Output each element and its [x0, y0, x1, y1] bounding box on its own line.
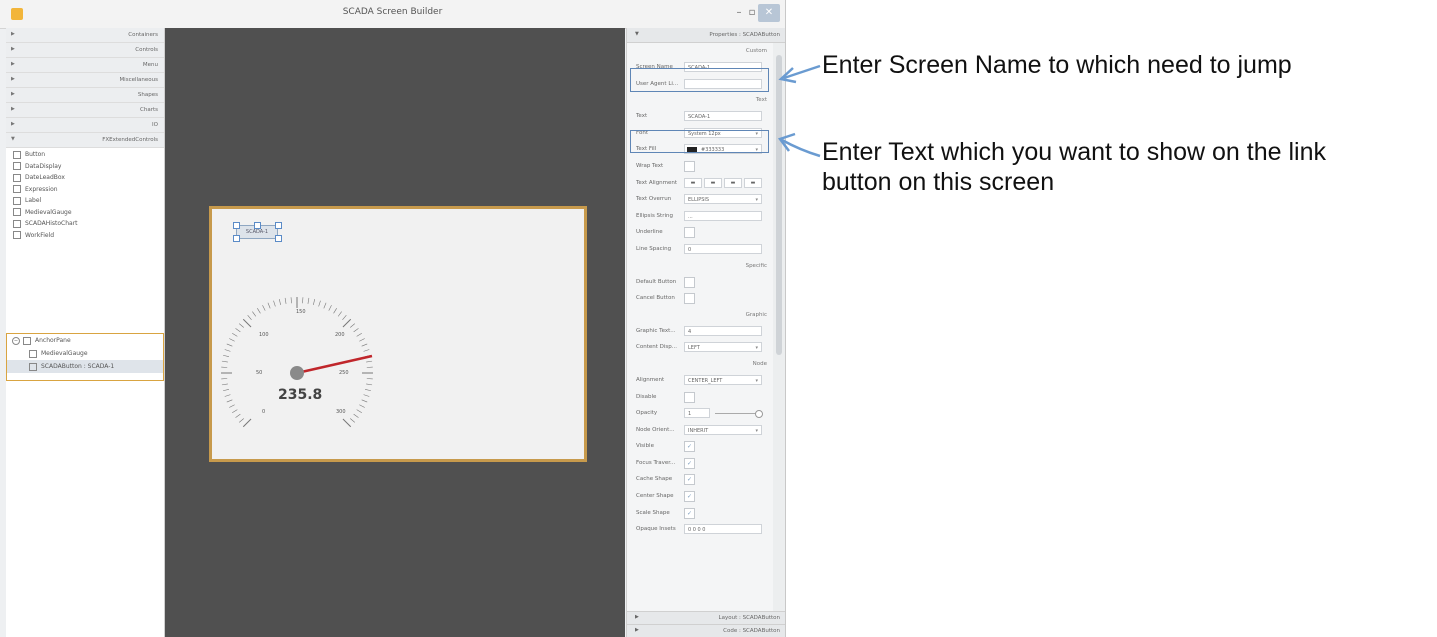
annotation-arrows [777, 64, 821, 158]
annotation-screen-name: Enter Screen Name to which need to jump [822, 51, 1292, 79]
annotation-text: Enter Text which you want to show on the… [822, 138, 1326, 196]
